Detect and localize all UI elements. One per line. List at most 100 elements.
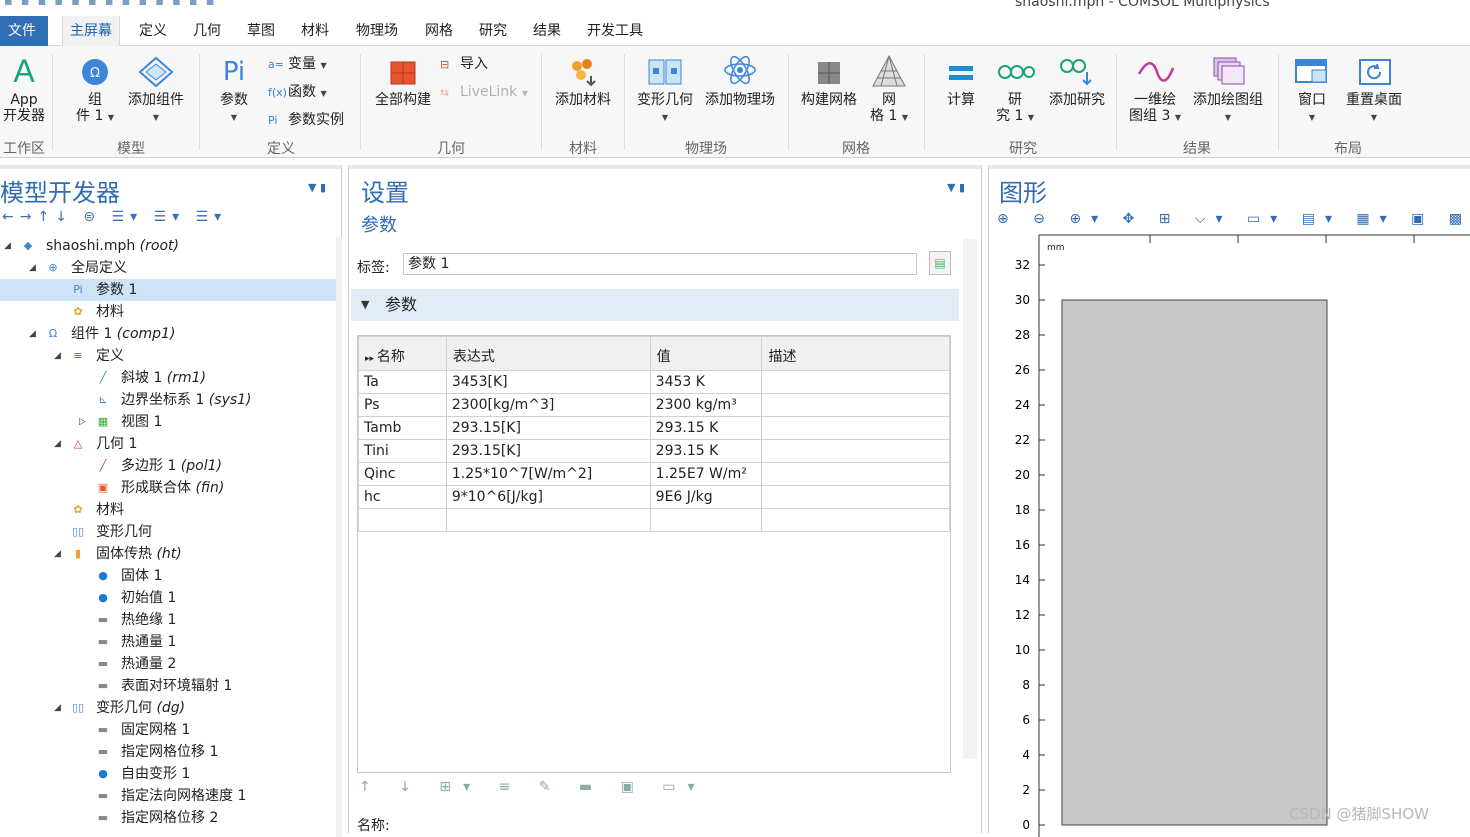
- tab-definitions[interactable]: 定义: [132, 16, 174, 46]
- build-mesh-button[interactable]: 构建网格: [796, 56, 862, 108]
- windows-button[interactable]: 窗口 ▼: [1288, 56, 1336, 126]
- reset-desktop-button[interactable]: 重置桌面 ▼: [1340, 56, 1408, 126]
- table-cell[interactable]: 3453[K]: [445, 370, 651, 394]
- column-header[interactable]: 描述: [761, 336, 950, 371]
- tree-node[interactable]: ▬ 表面对环境辐射 1: [0, 675, 336, 697]
- tree-node[interactable]: ● 初始值 1: [0, 587, 336, 609]
- table-cell[interactable]: 2300[kg/m^3]: [445, 393, 651, 417]
- tree-node[interactable]: ▬ 指定网格位移 2: [0, 807, 336, 829]
- parameters-button[interactable]: Pi 参数 ▼: [212, 56, 256, 126]
- tree-node[interactable]: ● 固体 1: [0, 565, 336, 587]
- table-cell[interactable]: [649, 508, 763, 532]
- mesh-button[interactable]: 网 格 1 ▼: [866, 54, 912, 126]
- table-cell[interactable]: [358, 508, 447, 532]
- tree-node[interactable]: ▯▯ 变形几何: [0, 521, 336, 543]
- table-toolbar[interactable]: ↑ ↓ ⊞▾ ≡ ✎ ▬ ▣ ▭▾: [359, 779, 707, 795]
- tree-node[interactable]: ▬ 指定网格位移 1: [0, 741, 336, 763]
- table-cell[interactable]: [761, 462, 950, 486]
- tree-node[interactable]: Pi 参数 1: [0, 279, 336, 301]
- add-component-button[interactable]: 添加组件 ▼: [122, 56, 190, 126]
- tree-node[interactable]: ◢ △ 几何 1: [0, 433, 336, 455]
- tree-scrollbar[interactable]: [336, 237, 342, 837]
- add-study-button[interactable]: 添加研究: [1044, 54, 1110, 108]
- model-builder-toolbar[interactable]: ←→↑↓ ⊜ ☰▾ ☰▾ ☰▾: [2, 209, 227, 225]
- settings-scrollbar[interactable]: [963, 239, 977, 759]
- collapse-icon[interactable]: ◢: [54, 543, 61, 565]
- tree-node[interactable]: ✿ 材料: [0, 499, 336, 521]
- tree-node[interactable]: ⊾ 边界坐标系 1 (sys1): [0, 389, 336, 411]
- collapse-icon[interactable]: ◢: [29, 323, 36, 345]
- expand-icon[interactable]: ▷: [79, 411, 86, 433]
- table-cell[interactable]: [761, 439, 950, 463]
- table-cell[interactable]: 293.15 K: [649, 416, 763, 440]
- column-header[interactable]: ▸▸ 名称: [358, 336, 447, 371]
- table-cell[interactable]: 1.25E7 W/m²: [649, 462, 763, 486]
- deformed-geometry-button[interactable]: 变形几何 ▼: [632, 56, 698, 126]
- table-cell[interactable]: 9*10^6[J/kg]: [445, 485, 651, 509]
- table-cell[interactable]: Ps: [358, 393, 447, 417]
- tree-node[interactable]: ▣ 形成联合体 (fin): [0, 477, 336, 499]
- parameters-section-header[interactable]: ▼ 参数: [351, 289, 959, 321]
- param-case-button[interactable]: Pi 参数实例: [268, 110, 344, 130]
- tab-physics[interactable]: 物理场: [349, 16, 405, 46]
- table-cell[interactable]: Qinc: [358, 462, 447, 486]
- table-cell[interactable]: hc: [358, 485, 447, 509]
- geometry-rectangle[interactable]: [1061, 299, 1328, 826]
- variables-button[interactable]: a= 变量 ▼: [268, 54, 327, 74]
- table-cell[interactable]: 9E6 J/kg: [649, 485, 763, 509]
- table-row[interactable]: Qinc 1.25*10^7[W/m^2] 1.25E7 W/m²: [358, 462, 950, 486]
- tree-node[interactable]: ╱ 斜坡 1 (rm1): [0, 367, 336, 389]
- add-physics-button[interactable]: 添加物理场: [700, 54, 780, 108]
- graphics-canvas[interactable]: 32302826242220181614121086420: [989, 231, 1470, 837]
- table-cell[interactable]: Tamb: [358, 416, 447, 440]
- tree-node[interactable]: ▬ 固定网格 1: [0, 719, 336, 741]
- tree-node[interactable]: ◢ ▮ 固体传热 (ht): [0, 543, 336, 565]
- tab-sketch[interactable]: 草图: [240, 16, 282, 46]
- tree-node[interactable]: ▬ 热通量 2: [0, 653, 336, 675]
- tree-node[interactable]: ● 自由变形 1: [0, 763, 336, 785]
- table-row[interactable]: [358, 508, 950, 532]
- add-plot-group-button[interactable]: 添加绘图组 ▼: [1188, 54, 1268, 126]
- column-header[interactable]: 值: [649, 336, 763, 371]
- table-cell[interactable]: 293.15[K]: [445, 439, 651, 463]
- app-builder-button[interactable]: A App 开发器: [0, 54, 48, 124]
- collapse-icon[interactable]: ◢: [54, 345, 61, 367]
- table-row[interactable]: Tini 293.15[K] 293.15 K: [358, 439, 950, 463]
- table-cell[interactable]: [761, 416, 950, 440]
- add-material-button[interactable]: 添加材料: [550, 56, 616, 108]
- tree-node[interactable]: ▬ 指定法向网格速度 1: [0, 785, 336, 807]
- table-row[interactable]: hc 9*10^6[J/kg] 9E6 J/kg: [358, 485, 950, 509]
- tree-node[interactable]: ◢ ⊕ 全局定义: [0, 257, 336, 279]
- graphics-toolbar[interactable]: ⊕ ⊖ ⊕▾ ✥ ⊞ ⌵▾ ▭▾ ▤▾ ▦▾ ▣ ▩ ∞: [997, 211, 1470, 227]
- table-cell[interactable]: Ta: [358, 370, 447, 394]
- tab-developer[interactable]: 开发工具: [580, 16, 650, 46]
- tree-node[interactable]: ◢ ◆ shaoshi.mph (root): [0, 235, 336, 257]
- tree-node[interactable]: ✿ 材料: [0, 301, 336, 323]
- plot-group-button[interactable]: 一维绘 图组 3 ▼: [1126, 56, 1184, 126]
- table-row[interactable]: Ps 2300[kg/m^3] 2300 kg/m³: [358, 393, 950, 417]
- table-cell[interactable]: [761, 485, 950, 509]
- table-cell[interactable]: 293.15[K]: [445, 416, 651, 440]
- tab-mesh[interactable]: 网格: [418, 16, 460, 46]
- table-cell[interactable]: 3453 K: [649, 370, 763, 394]
- table-row[interactable]: Ta 3453[K] 3453 K: [358, 370, 950, 394]
- tree-node[interactable]: ▷ ▦ 视图 1: [0, 411, 336, 433]
- table-cell[interactable]: [445, 508, 651, 532]
- table-row[interactable]: Tamb 293.15[K] 293.15 K: [358, 416, 950, 440]
- label-field[interactable]: 参数 1: [403, 253, 917, 275]
- component-button[interactable]: Ω 组 件 1 ▼: [72, 56, 118, 126]
- tree-node[interactable]: ◢ Ω 组件 1 (comp1): [0, 323, 336, 345]
- import-button[interactable]: ⊟ 导入: [440, 54, 488, 74]
- comment-icon[interactable]: ▤: [929, 251, 951, 275]
- build-all-button[interactable]: 全部构建: [370, 56, 436, 108]
- column-header[interactable]: 表达式: [445, 336, 651, 371]
- collapse-icon[interactable]: ◢: [54, 697, 61, 719]
- collapse-icon[interactable]: ◢: [54, 433, 61, 455]
- collapse-icon[interactable]: ◢: [29, 257, 36, 279]
- study-button[interactable]: 研 究 1 ▼: [990, 56, 1040, 126]
- tab-file[interactable]: 文件: [0, 16, 48, 46]
- functions-button[interactable]: f(x)函数 ▼: [268, 82, 327, 102]
- tab-home[interactable]: 主屏幕: [62, 16, 120, 46]
- pin-icon[interactable]: ▼ ▮: [308, 181, 326, 194]
- tab-geometry[interactable]: 几何: [186, 16, 228, 46]
